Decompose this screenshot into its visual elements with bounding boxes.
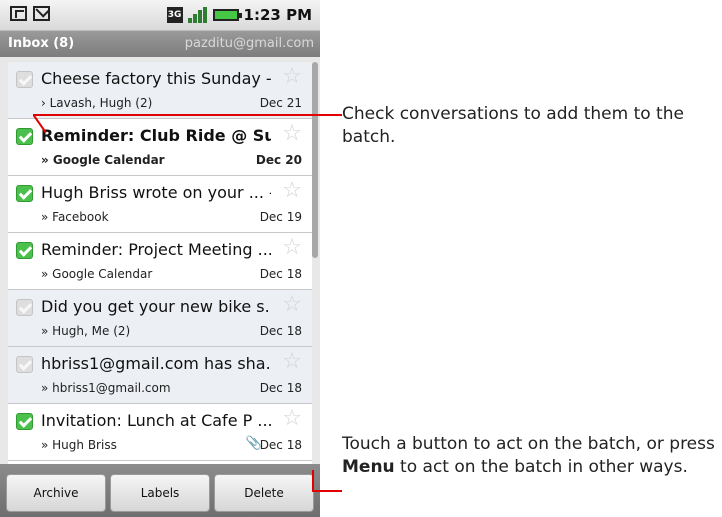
conversation-date: Dec 20 [255, 153, 302, 167]
top-callout-text: Check conversations to add them to the b… [342, 104, 684, 147]
star-icon[interactable]: ☆ [282, 408, 302, 430]
labels-button[interactable]: Labels [110, 474, 210, 512]
conversation-checkbox[interactable] [16, 356, 33, 373]
conversation-row[interactable]: Invitation: Lunch at Cafe P ... ☆ » Hugh… [8, 404, 312, 461]
conversation-checkbox[interactable] [16, 128, 33, 145]
top-callout-line [33, 114, 342, 116]
conversation-sender: » Google Calendar [41, 267, 153, 281]
conversation-sender: » Facebook [41, 210, 109, 224]
conversation-subject: Reminder: Project Meeting ... [41, 240, 271, 259]
conversation-date: Dec 18 [259, 438, 302, 452]
conversation-row[interactable]: Reminder: Project Meeting ... ☆ » Google… [8, 233, 312, 290]
clock-time: 1:23 PM [243, 6, 312, 24]
inbox-title: Inbox (8) [8, 36, 75, 51]
inbox-title-bar: Inbox (8) pazditu@gmail.com [0, 31, 320, 57]
mail-icon [33, 6, 50, 21]
conversation-checkbox[interactable] [16, 71, 33, 88]
account-email: pazditu@gmail.com [184, 36, 314, 51]
conversation-checkbox[interactable] [16, 242, 33, 259]
conversation-checkbox[interactable] [16, 413, 33, 430]
bottom-callout-leader [312, 470, 314, 492]
conversation-subject: Invitation: Lunch at Cafe P ... [41, 411, 271, 430]
star-icon[interactable]: ☆ [282, 123, 302, 145]
batch-action-bar: Archive Labels Delete [0, 464, 320, 517]
conversation-checkbox[interactable] [16, 185, 33, 202]
bottom-callout-text: Touch a button to act on the batch, or p… [342, 434, 715, 477]
conversation-subject: Hugh Briss wrote on your ... -... [41, 183, 271, 202]
scrollbar[interactable] [312, 62, 318, 258]
conversation-row[interactable]: Hugh Briss wrote on your ... -... ☆ » Fa… [8, 176, 312, 233]
conversation-checkbox[interactable] [16, 299, 33, 316]
conversation-row[interactable]: Reminder: Club Ride @ Su... ☆ » Google C… [8, 119, 312, 176]
battery-icon [212, 9, 242, 21]
conversation-row[interactable]: hbriss1@gmail.com has sha... ☆ » hbriss1… [8, 347, 312, 404]
conversation-subject: Cheese factory this Sunday - ... [41, 69, 271, 88]
conversation-subject: Reminder: Club Ride @ Su... [41, 126, 271, 145]
sim-icon [10, 6, 27, 21]
conversation-sender: » Hugh Briss [41, 438, 117, 452]
conversation-sender: › Lavash, Hugh (2) [41, 96, 153, 110]
conversation-date: Dec 18 [259, 324, 302, 338]
conversation-date: Dec 18 [259, 381, 302, 395]
conversation-date: Dec 19 [259, 210, 302, 224]
status-bar: 3G 1:23 PM [0, 0, 320, 31]
conversation-sender: » Google Calendar [41, 153, 165, 167]
conversation-row[interactable]: Did you get your new bike s... ☆ » Hugh,… [8, 290, 312, 347]
signal-icon [187, 7, 208, 23]
conversation-subject: Did you get your new bike s... [41, 297, 271, 316]
phone-screen: 3G 1:23 PM Inbox (8) pazditu@gmail.com C… [0, 0, 320, 517]
bottom-callout-line [312, 490, 342, 492]
star-icon[interactable]: ☆ [282, 237, 302, 259]
network-3g-icon: 3G [166, 7, 183, 23]
conversation-date: Dec 18 [259, 267, 302, 281]
conversation-row[interactable]: Cheese factory this Sunday - ... ☆ › Lav… [8, 62, 312, 119]
conversation-subject: hbriss1@gmail.com has sha... [41, 354, 271, 373]
conversation-date: Dec 21 [259, 96, 302, 110]
delete-button[interactable]: Delete [214, 474, 314, 512]
conversation-sender: » Hugh, Me (2) [41, 324, 131, 338]
star-icon[interactable]: ☆ [282, 66, 302, 88]
star-icon[interactable]: ☆ [282, 351, 302, 373]
star-icon[interactable]: ☆ [282, 180, 302, 202]
star-icon[interactable]: ☆ [282, 294, 302, 316]
archive-button[interactable]: Archive [6, 474, 106, 512]
conversation-sender: » hbriss1@gmail.com [41, 381, 171, 395]
conversation-list[interactable]: Cheese factory this Sunday - ... ☆ › Lav… [8, 62, 312, 464]
